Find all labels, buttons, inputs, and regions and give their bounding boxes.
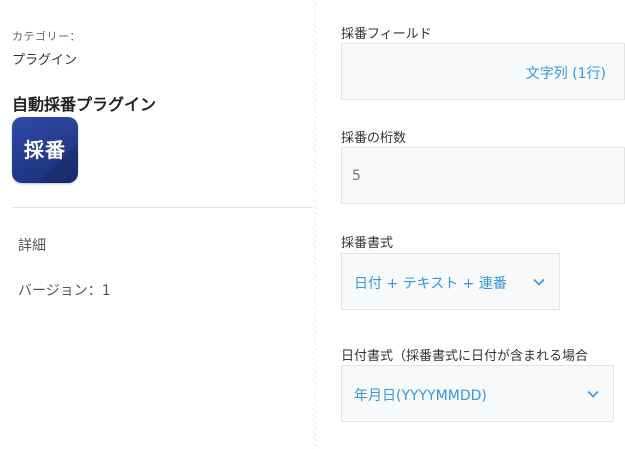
plugin-name: 自動採番プラグイン xyxy=(12,95,157,114)
digits-label: 採番の桁数 xyxy=(341,131,407,146)
category-label: カテゴリー： xyxy=(12,30,81,43)
numbering-format-label: 採番書式 xyxy=(341,236,394,251)
plugin-logo-text: 採番 xyxy=(24,138,66,162)
date-format-value: 年月日(YYYYMMDD) xyxy=(354,388,487,404)
divider xyxy=(12,207,313,208)
plugin-info-panel: カテゴリー： プラグイン 自動採番プラグイン 採番 詳細 バージョン：1 xyxy=(0,0,313,449)
chevron-down-icon xyxy=(587,390,599,398)
plugin-settings-page: カテゴリー： プラグイン 自動採番プラグイン 採番 詳細 バージョン：1 採番フ… xyxy=(0,0,625,449)
numbering-format-select[interactable]: 日付 + テキスト + 連番 xyxy=(341,253,560,310)
numbering-field-label: 採番フィールド xyxy=(341,27,432,42)
version-text: バージョン：1 xyxy=(18,283,111,299)
date-format-select[interactable]: 年月日(YYYYMMDD) xyxy=(341,365,614,422)
plugin-logo-icon: 採番 xyxy=(12,117,78,183)
date-format-label: 日付書式（採番書式に日付が含まれる場合 xyxy=(341,349,589,364)
numbering-field-value: 文字列 (1行) xyxy=(525,66,606,82)
column-separator xyxy=(313,0,317,449)
detail-link[interactable]: 詳細 xyxy=(18,235,46,255)
numbering-field-select[interactable]: 文字列 (1行) xyxy=(341,43,625,100)
digits-input[interactable] xyxy=(342,148,624,203)
chevron-down-icon xyxy=(533,278,545,286)
numbering-format-value: 日付 + テキスト + 連番 xyxy=(354,276,507,292)
category-value: プラグイン xyxy=(12,53,78,68)
digits-field[interactable] xyxy=(341,147,625,204)
